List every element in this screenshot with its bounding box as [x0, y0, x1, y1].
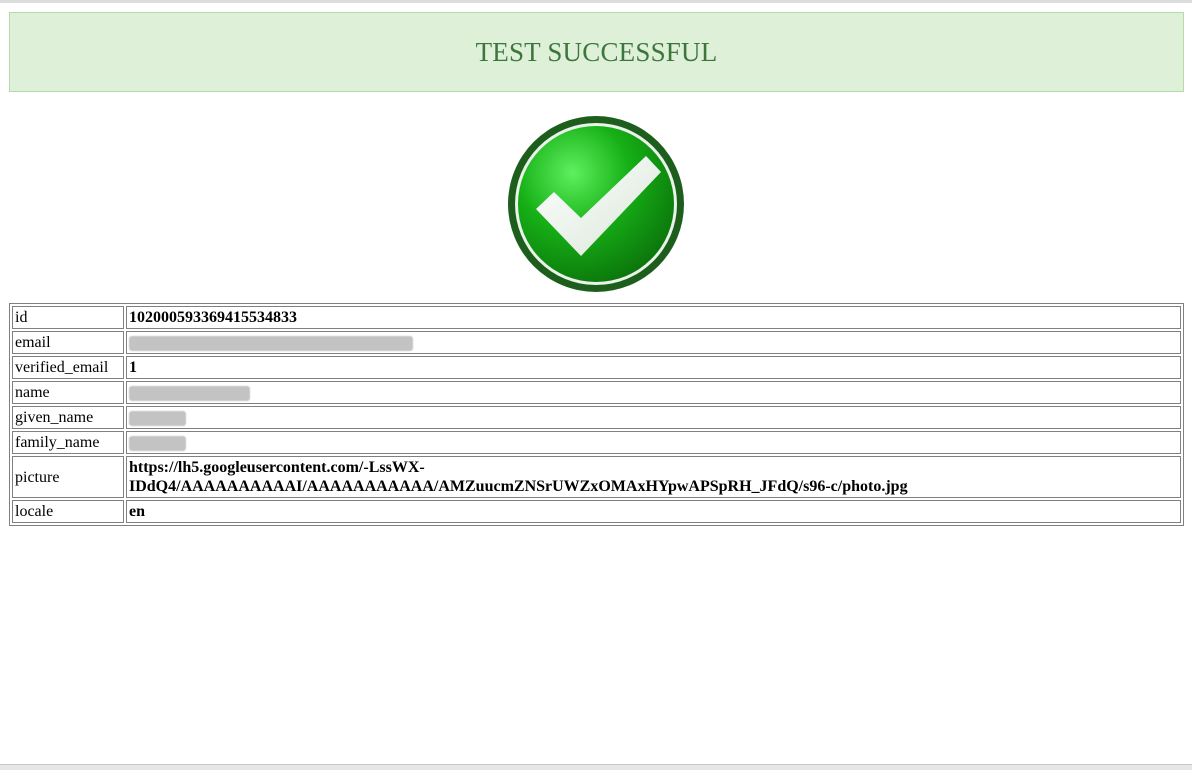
row-key: email [12, 331, 124, 354]
table-row: picture https://lh5.googleusercontent.co… [12, 456, 1181, 498]
row-key: name [12, 381, 124, 404]
row-key: locale [12, 500, 124, 523]
row-key: given_name [12, 406, 124, 429]
table-row: email [12, 331, 1181, 354]
row-value-redacted [126, 431, 1181, 454]
row-value-redacted [126, 331, 1181, 354]
table-row: given_name [12, 406, 1181, 429]
row-value: en [126, 500, 1181, 523]
table-row: verified_email 1 [12, 356, 1181, 379]
checkmark-success-icon [506, 114, 686, 294]
picture-url: https://lh5.googleusercontent.com/-LssWX… [129, 459, 908, 495]
table-row: name [12, 381, 1181, 404]
row-key: family_name [12, 431, 124, 454]
success-banner: TEST SUCCESSFUL [9, 12, 1184, 92]
row-value-link: https://lh5.googleusercontent.com/-LssWX… [126, 456, 1181, 498]
redaction-blur [129, 435, 186, 451]
row-value: 102000593369415534833 [126, 306, 1181, 329]
row-key: id [12, 306, 124, 329]
redaction-blur [129, 410, 186, 426]
user-details-table: id 102000593369415534833 email verified_… [9, 303, 1184, 526]
row-key: verified_email [12, 356, 124, 379]
row-value-redacted [126, 406, 1181, 429]
table-row: id 102000593369415534833 [12, 306, 1181, 329]
row-key: picture [12, 456, 124, 498]
redaction-blur [129, 335, 413, 351]
banner-title: TEST SUCCESSFUL [475, 36, 718, 67]
row-value: 1 [126, 356, 1181, 379]
table-row: family_name [12, 431, 1181, 454]
table-row: locale en [12, 500, 1181, 523]
row-value-redacted [126, 381, 1181, 404]
redaction-blur [129, 385, 250, 401]
window-top-border [0, 0, 1192, 3]
window-bottom-border [0, 764, 1192, 770]
